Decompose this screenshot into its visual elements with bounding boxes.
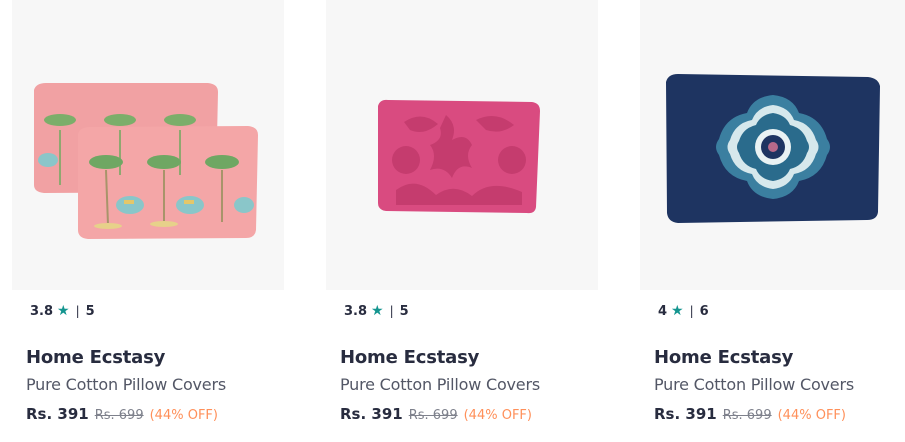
navy-medallion-pillow-image <box>640 0 905 290</box>
star-icon: ★ <box>57 303 70 319</box>
rating-separator: | <box>689 304 694 318</box>
brand-name[interactable]: Home Ecstasy <box>654 347 793 368</box>
star-icon: ★ <box>371 303 384 319</box>
price: Rs. 391 <box>654 405 717 423</box>
price: Rs. 391 <box>340 405 403 423</box>
pink-palm-pillow-image <box>12 0 284 290</box>
brand-name[interactable]: Home Ecstasy <box>340 347 479 368</box>
rating-value: 4 <box>658 303 668 319</box>
product-card[interactable]: 3.8 ★ | 5 Home Ecstasy Pure Cotton Pillo… <box>326 0 616 442</box>
rating-badge: 3.8 ★ | 5 <box>338 299 417 323</box>
rating-count: 5 <box>85 303 95 319</box>
product-grid: 3.8 ★ | 5 Home Ecstasy Pure Cotton Pillo… <box>0 0 905 442</box>
mrp: Rs. 699 <box>94 408 144 423</box>
rating-badge: 4 ★ | 6 <box>652 299 717 323</box>
discount: (44% OFF) <box>463 408 532 423</box>
product-image[interactable] <box>326 0 598 290</box>
rating-count: 5 <box>399 303 409 319</box>
rating-value: 3.8 <box>344 303 368 319</box>
price: Rs. 391 <box>26 405 89 423</box>
product-name[interactable]: Pure Cotton Pillow Covers <box>654 375 854 394</box>
price-row: Rs. 391 Rs. 699 (44% OFF) <box>654 405 846 423</box>
rating-count: 6 <box>699 303 709 319</box>
price-row: Rs. 391 Rs. 699 (44% OFF) <box>26 405 218 423</box>
discount: (44% OFF) <box>777 408 846 423</box>
rating-separator: | <box>75 304 80 318</box>
pink-damask-pillow-image <box>326 0 598 290</box>
mrp: Rs. 699 <box>722 408 772 423</box>
brand-name[interactable]: Home Ecstasy <box>26 347 165 368</box>
product-image[interactable] <box>12 0 284 290</box>
rating-separator: | <box>389 304 394 318</box>
product-image[interactable] <box>640 0 905 290</box>
rating-value: 3.8 <box>30 303 54 319</box>
star-icon: ★ <box>671 303 684 319</box>
product-name[interactable]: Pure Cotton Pillow Covers <box>26 375 226 394</box>
rating-badge: 3.8 ★ | 5 <box>24 299 103 323</box>
mrp: Rs. 699 <box>408 408 458 423</box>
product-name[interactable]: Pure Cotton Pillow Covers <box>340 375 540 394</box>
price-row: Rs. 391 Rs. 699 (44% OFF) <box>340 405 532 423</box>
discount: (44% OFF) <box>149 408 218 423</box>
product-card[interactable]: 3.8 ★ | 5 Home Ecstasy Pure Cotton Pillo… <box>12 0 302 442</box>
product-card[interactable]: 4 ★ | 6 Home Ecstasy Pure Cotton Pillow … <box>640 0 905 442</box>
